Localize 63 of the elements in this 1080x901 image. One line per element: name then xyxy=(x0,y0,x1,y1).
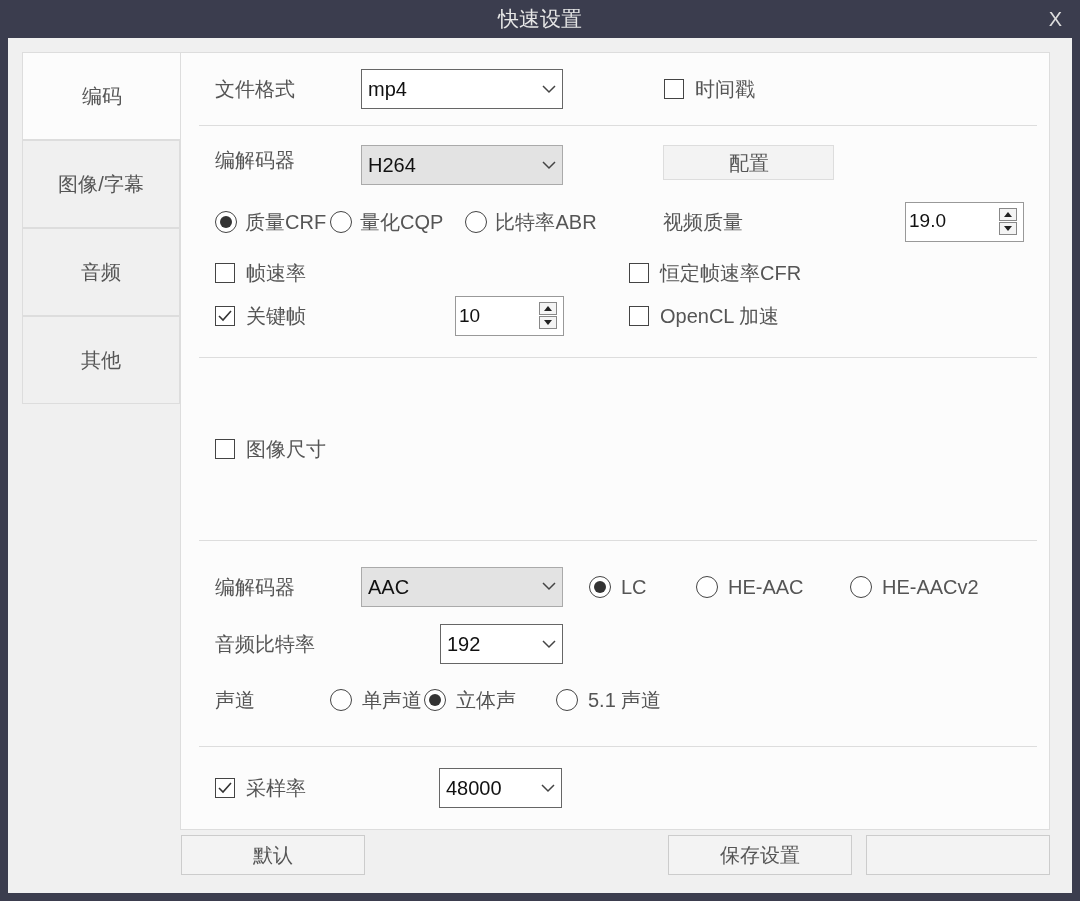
chevron-down-icon xyxy=(542,582,556,592)
checkbox-label: 时间戳 xyxy=(695,77,755,103)
radio-button[interactable] xyxy=(556,689,578,712)
radio-button[interactable] xyxy=(330,689,352,712)
checkbox[interactable] xyxy=(215,778,235,798)
checkbox[interactable] xyxy=(629,262,649,283)
radio-label: 比特率ABR xyxy=(495,209,597,235)
spin-box[interactable]: 10 xyxy=(455,295,564,336)
radio-button[interactable] xyxy=(850,575,872,598)
radio-label: 质量CRF xyxy=(245,209,327,235)
tab[interactable]: 图像/字幕 xyxy=(22,140,180,228)
checkbox[interactable] xyxy=(215,305,235,326)
spin-up-icon[interactable] xyxy=(539,302,557,316)
chevron-down-icon xyxy=(541,783,555,793)
field-label: 音频比特率 xyxy=(215,632,316,657)
default-button[interactable]: 默认 xyxy=(181,835,365,875)
radio-button[interactable] xyxy=(330,210,353,233)
radio-label: HE-AAC xyxy=(728,574,804,600)
dropdown[interactable]: mp4 xyxy=(361,69,563,110)
radio-button[interactable] xyxy=(589,575,611,598)
radio-label: 单声道 xyxy=(362,688,422,714)
chevron-down-icon xyxy=(542,639,556,649)
spin-down-icon[interactable] xyxy=(999,222,1017,236)
spin-box[interactable]: 19.0 xyxy=(905,201,1024,242)
checkbox-label: 帧速率 xyxy=(246,260,306,286)
tab[interactable]: 其他 xyxy=(22,316,180,404)
radio-button[interactable] xyxy=(465,210,488,233)
spin-up-icon[interactable] xyxy=(999,208,1017,222)
checkbox[interactable] xyxy=(629,305,649,326)
dropdown[interactable]: AAC xyxy=(361,566,563,607)
checkbox-label: 关键帧 xyxy=(246,303,306,329)
spin-down-icon[interactable] xyxy=(539,316,557,330)
dropdown[interactable]: 192 xyxy=(440,624,563,664)
chevron-down-icon xyxy=(542,84,556,94)
checkbox[interactable] xyxy=(664,79,684,100)
checkbox-label: OpenCL 加速 xyxy=(660,303,780,329)
configure-button[interactable]: 配置 xyxy=(663,145,834,181)
dropdown[interactable]: H264 xyxy=(361,145,563,186)
checkbox[interactable] xyxy=(215,438,235,459)
save-settings-button[interactable]: 保存设置 xyxy=(668,835,852,875)
radio-button[interactable] xyxy=(215,210,237,233)
radio-button[interactable] xyxy=(696,575,718,598)
checkbox-label: 采样率 xyxy=(246,776,306,801)
radio-label: 立体声 xyxy=(456,688,516,714)
field-label: 文件格式 xyxy=(215,77,296,103)
checkbox-label: 恒定帧速率CFR xyxy=(660,260,802,286)
checkbox[interactable] xyxy=(215,262,235,283)
field-label: 编解码器 xyxy=(215,148,296,174)
checkbox-label: 图像尺寸 xyxy=(246,436,326,462)
radio-label: 5.1 声道 xyxy=(588,688,662,714)
radio-button[interactable] xyxy=(424,689,446,712)
chevron-down-icon xyxy=(542,160,556,170)
field-label: 声道 xyxy=(215,688,256,714)
tab[interactable]: 编码 xyxy=(22,52,180,140)
field-label: 编解码器 xyxy=(215,574,296,600)
close-button[interactable]: X xyxy=(1048,4,1062,34)
radio-label: HE-AACv2 xyxy=(882,574,979,600)
tab[interactable]: 音频 xyxy=(22,228,180,316)
radio-label: 量化CQP xyxy=(360,209,444,235)
radio-label: LC xyxy=(621,574,647,600)
window-title: 快速设置 xyxy=(498,6,582,33)
dropdown[interactable]: 48000 xyxy=(439,768,562,808)
field-label: 视频质量 xyxy=(663,209,744,235)
